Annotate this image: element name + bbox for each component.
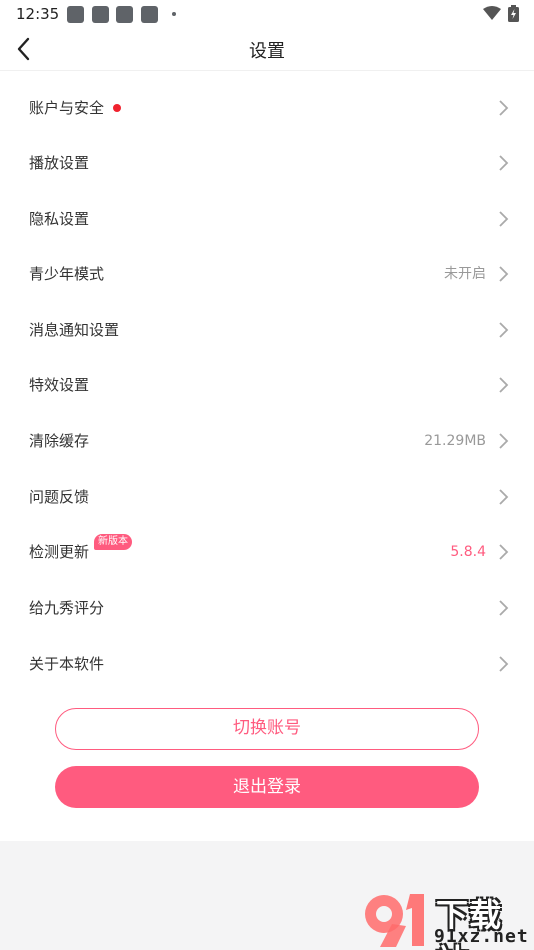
- notification-icon: [116, 6, 133, 23]
- settings-item-label: 消息通知设置: [29, 321, 120, 339]
- settings-item-check-update[interactable]: 检测更新 新版本 5.8.4: [0, 524, 534, 580]
- chevron-right-icon: [499, 656, 509, 672]
- settings-item-label: 隐私设置: [29, 210, 90, 228]
- chevron-right-icon: [499, 100, 509, 116]
- chevron-right-icon: [499, 544, 509, 560]
- teen-mode-status: 未开启: [444, 266, 486, 282]
- settings-item-privacy[interactable]: 隐私设置: [0, 191, 534, 247]
- settings-item-clear-cache[interactable]: 清除缓存 21.29MB: [0, 413, 534, 469]
- settings-item-effects[interactable]: 特效设置: [0, 357, 534, 413]
- settings-item-label: 清除缓存: [29, 432, 90, 450]
- page-title: 设置: [249, 41, 285, 62]
- settings-item-account-security[interactable]: 账户与安全: [0, 80, 534, 136]
- notification-icon: [67, 6, 84, 23]
- chevron-right-icon: [499, 489, 509, 505]
- chevron-right-icon: [499, 211, 509, 227]
- chevron-right-icon: [499, 155, 509, 171]
- notification-icon: [141, 6, 158, 23]
- settings-item-label: 青少年模式: [29, 265, 105, 283]
- red-dot-indicator: [113, 104, 121, 112]
- switch-account-button[interactable]: 切换账号: [55, 708, 479, 750]
- settings-item-label: 播放设置: [29, 154, 90, 172]
- settings-item-feedback[interactable]: 问题反馈: [0, 469, 534, 525]
- settings-item-rate[interactable]: 给九秀评分: [0, 580, 534, 636]
- settings-item-teen-mode[interactable]: 青少年模式 未开启: [0, 246, 534, 302]
- notification-icon: [92, 6, 109, 23]
- settings-item-playback[interactable]: 播放设置: [0, 135, 534, 191]
- settings-item-label: 问题反馈: [29, 488, 90, 506]
- chevron-right-icon: [499, 322, 509, 338]
- settings-item-notifications[interactable]: 消息通知设置: [0, 302, 534, 358]
- status-bar: 12:35: [0, 0, 534, 28]
- wifi-icon: [483, 6, 501, 20]
- settings-item-about[interactable]: 关于本软件: [0, 636, 534, 692]
- settings-item-label: 检测更新: [29, 543, 90, 561]
- settings-item-label: 账户与安全: [29, 99, 105, 117]
- watermark-logo-icon: [365, 894, 424, 947]
- chevron-right-icon: [499, 377, 509, 393]
- settings-item-label: 特效设置: [29, 376, 90, 394]
- chevron-right-icon: [499, 433, 509, 449]
- new-version-badge: 新版本: [94, 534, 132, 550]
- app-header: 设置: [0, 28, 534, 71]
- chevron-right-icon: [499, 600, 509, 616]
- settings-item-label: 关于本软件: [29, 655, 105, 673]
- settings-item-label: 给九秀评分: [29, 599, 105, 617]
- watermark-domain: 91xz.net: [434, 926, 529, 947]
- more-dot-icon: [172, 12, 176, 16]
- cache-size: 21.29MB: [424, 433, 486, 449]
- status-time: 12:35: [16, 5, 60, 23]
- site-watermark: 下载站 91xz.net: [362, 890, 532, 950]
- chevron-right-icon: [499, 266, 509, 282]
- settings-list: 账户与安全 播放设置 隐私设置 青少年模式 未开启 消息通知设置 特效设置 清除…: [0, 71, 534, 841]
- logout-button[interactable]: 退出登录: [55, 766, 479, 808]
- version-number: 5.8.4: [450, 544, 486, 560]
- battery-icon: [508, 5, 519, 22]
